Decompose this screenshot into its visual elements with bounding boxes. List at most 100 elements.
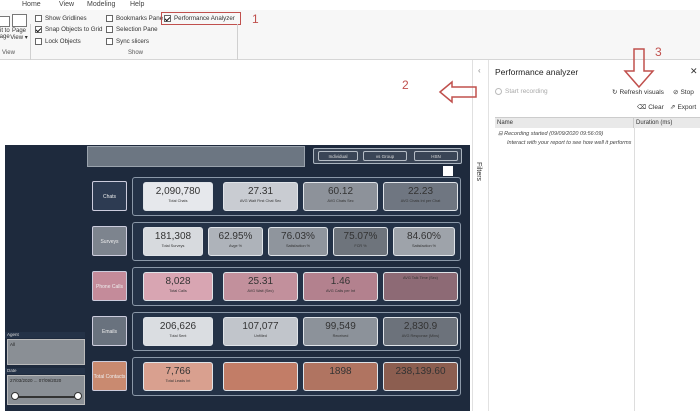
checkbox-checked-icon (35, 26, 42, 33)
kpi-label: Total Sent (169, 334, 187, 338)
kpi-card[interactable]: 62.95% Avge % (208, 227, 263, 256)
annotation-number: 1 (252, 12, 259, 26)
ribbon: Fit to page Page View ▾ Show Gridlines S… (0, 10, 700, 66)
kpi-card[interactable]: 22.23 AVG Chats Int per Chat (383, 182, 458, 211)
view-toggle-group: Individual vs Group HSN (313, 148, 462, 164)
filters-pane-collapsed[interactable]: ‹ Filters (472, 60, 488, 411)
kpi-card[interactable]: 2,830.9 AVG Response (Mins) (383, 317, 458, 346)
date-slicer[interactable]: 27/03/2020 ... 07/09/2020 (7, 375, 85, 405)
snap-to-grid-checkbox[interactable]: Snap Objects to Grid (35, 25, 102, 34)
clear-icon: ⌫ (637, 104, 647, 111)
page-view-button[interactable]: Page View ▾ (9, 14, 29, 41)
selection-pane-checkbox[interactable]: Selection Pane (106, 25, 158, 34)
kpi-card[interactable]: 60.12 AVG Chats Sec (303, 182, 378, 211)
checkbox-icon (35, 38, 42, 45)
row-label-button[interactable]: Chats (92, 181, 127, 211)
kpi-card[interactable] (223, 362, 298, 391)
kpi-card[interactable]: 99,549 Received (303, 317, 378, 346)
kpi-card[interactable]: 8,028 Total Calls (143, 272, 213, 301)
refresh-visuals-button[interactable]: ↻ Refresh visuals (612, 88, 664, 97)
kpi-row: 181,308 Total Surveys 62.95% Avge % 76.03% Sa… (132, 222, 461, 261)
clear-button[interactable]: ⌫ Clear (637, 103, 664, 112)
kpi-value: 62.95% (218, 231, 253, 242)
log-entry: Interact with your report to see how wel… (507, 140, 632, 146)
ribbon-tab-bar: Home View Modeling Help (0, 0, 700, 10)
kpi-value: 25.31 (247, 276, 274, 287)
kpi-card[interactable]: 7,766 Total Leads Int (143, 362, 213, 391)
record-icon (495, 88, 502, 95)
kpi-label: Satisfaction % (285, 244, 311, 248)
checkbox-icon (106, 38, 113, 45)
row-label-button[interactable]: Total Contacts (92, 361, 127, 391)
tab-modeling[interactable]: Modeling (87, 1, 115, 8)
kpi-value: 2,830.9 (403, 321, 438, 332)
kpi-card[interactable]: 206,626 Total Sent (143, 317, 213, 346)
kpi-label: Unfilled (254, 334, 267, 338)
refresh-icon: ↻ (612, 89, 618, 96)
row-label-button[interactable]: Surveys (92, 226, 127, 256)
tab-view[interactable]: View (59, 1, 74, 8)
kpi-value: 8,028 (165, 276, 191, 287)
show-gridlines-checkbox[interactable]: Show Gridlines (35, 14, 87, 23)
lock-objects-checkbox[interactable]: Lock Objects (35, 37, 81, 46)
kpi-card[interactable]: 1898 (303, 362, 378, 391)
kpi-label: Total Leads Int (165, 379, 191, 383)
annotation-number: 2 (402, 78, 409, 92)
kpi-label: AVG Chats Sec (327, 199, 354, 203)
tab-home[interactable]: Home (22, 1, 41, 8)
export-button[interactable]: ⇗ Export (670, 103, 696, 112)
kpi-card[interactable]: 107,077 Unfilled (223, 317, 298, 346)
kpi-value: 1.46 (330, 276, 351, 287)
kpi-card[interactable]: 84.60% Satisfaction % (393, 227, 455, 256)
kpi-card[interactable]: 75.07% FCR % (333, 227, 388, 256)
filters-label: Filters (475, 162, 482, 182)
page-view-icon (11, 14, 27, 27)
sync-slicers-checkbox[interactable]: Sync slicers (106, 37, 149, 46)
kpi-card[interactable]: 27.31 AVG Wait First Chat Sec (223, 182, 298, 211)
stop-icon: ⊘ (673, 89, 679, 96)
kpi-card[interactable]: 1.46 AVG Calls per Int (303, 272, 378, 301)
close-icon[interactable]: ✕ (690, 66, 698, 77)
toggle-vs-group[interactable]: vs Group (363, 151, 407, 161)
start-recording-button[interactable]: Start recording (495, 88, 548, 95)
bookmarks-pane-checkbox[interactable]: Bookmarks Pane (106, 14, 163, 23)
search-box[interactable] (87, 146, 305, 167)
toggle-individual[interactable]: Individual (318, 151, 358, 161)
export-icon: ⇗ (670, 104, 676, 111)
tab-help[interactable]: Help (130, 1, 144, 8)
annotation-number: 3 (655, 45, 662, 59)
toggle-hsn[interactable]: HSN (414, 151, 458, 161)
kpi-card[interactable]: AVG Talk Time (Sec) (383, 272, 458, 301)
annotation-arrow-left (438, 80, 477, 104)
performance-analyzer-pane: Performance analyzer ✕ Start recording ↻… (488, 60, 700, 411)
date-slider-track (14, 396, 78, 398)
row-label-button[interactable]: Phone Calls (92, 271, 127, 301)
kpi-label: AVG Wait (Sec) (247, 289, 274, 293)
column-header-duration[interactable]: Duration (ms) (634, 118, 700, 128)
chevron-left-icon[interactable]: ‹ (478, 66, 481, 75)
kpi-label: AVG Chats Int per Chat (400, 199, 441, 203)
kpi-label: Satisfaction % (411, 244, 437, 248)
kpi-card[interactable]: 181,308 Total Surveys (143, 227, 203, 256)
agent-slicer[interactable]: All (7, 339, 85, 365)
kpi-card[interactable]: 76.03% Satisfaction % (268, 227, 328, 256)
kpi-row: 2,090,780 Total Chats 27.31 AVG Wait First … (132, 177, 461, 216)
kpi-value: 181,308 (154, 231, 192, 242)
kpi-value: 107,077 (242, 321, 279, 332)
kpi-card[interactable]: 238,139.60 (383, 362, 458, 391)
kpi-row: 7,766 Total Leads Int 1898 238,139.60 (132, 357, 461, 396)
kpi-label: AVG Talk Time (Sec) (403, 276, 438, 280)
date-slider-start-handle[interactable] (11, 392, 19, 400)
column-header-name[interactable]: Name (495, 118, 634, 128)
kpi-card[interactable]: 25.31 AVG Wait (Sec) (223, 272, 298, 301)
kpi-value: 7,766 (165, 366, 191, 377)
date-slicer-title: Date (5, 368, 85, 374)
date-slider-end-handle[interactable] (74, 392, 82, 400)
highlight-box (161, 12, 241, 25)
column-divider (634, 128, 635, 411)
resize-handle[interactable] (443, 166, 453, 176)
row-label-button[interactable]: Emails (92, 316, 127, 346)
kpi-label: AVG Wait First Chat Sec (239, 199, 282, 203)
stop-button[interactable]: ⊘ Stop (673, 88, 694, 97)
kpi-card[interactable]: 2,090,780 Total Chats (143, 182, 213, 211)
